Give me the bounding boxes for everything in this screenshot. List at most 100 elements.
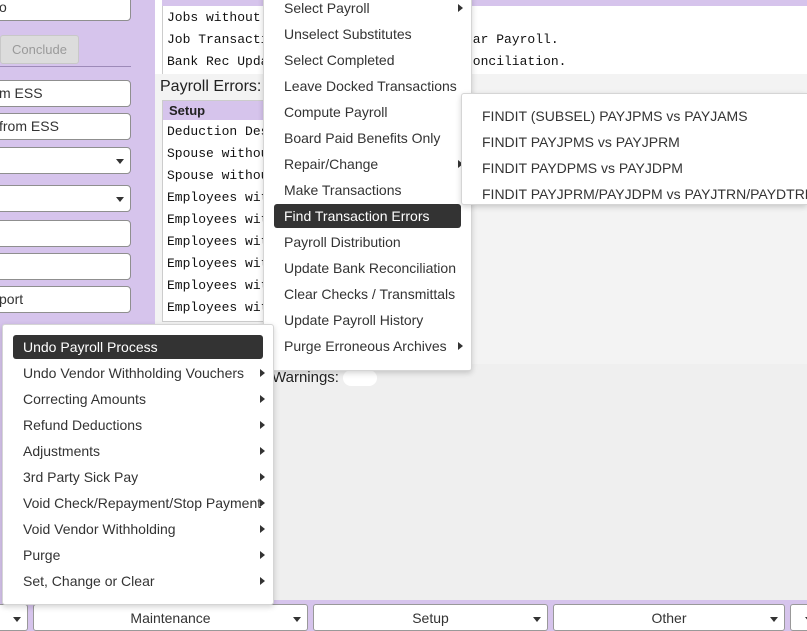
menu-item-label: Void Check/Repayment/Stop Payment (23, 495, 262, 511)
submenu-arrow-icon (260, 447, 265, 455)
warnings-label: Warnings: (272, 369, 339, 386)
submenu-arrow-icon (458, 4, 463, 12)
menu-item-make-transactions[interactable]: Make Transactions (274, 178, 461, 202)
error-row[interactable]: Spouse without (167, 146, 272, 161)
menu-item-label: Leave Docked Transactions (284, 78, 457, 94)
menu-item-correcting-amounts[interactable]: Correcting Amounts (13, 387, 265, 411)
menu-item-label: Undo Vendor Withholding Vouchers (23, 365, 245, 381)
menu-item-label: Set, Change or Clear (23, 573, 155, 589)
menu-item-label: Repair/Change (284, 156, 379, 172)
menu-item-findit-payjprm-payjtrn[interactable]: FINDIT PAYJPRM/PAYJDPM vs PAYJTRN/PAYDTR… (472, 182, 807, 206)
menu-item-repair-change[interactable]: Repair/Change (274, 152, 463, 176)
submenu-arrow-icon (260, 499, 265, 507)
top-list-header (162, 0, 807, 6)
menu-item-label: Undo Payroll Process (23, 339, 158, 355)
submenu-arrow-icon (260, 421, 265, 429)
menu-item-label: Adjustments (23, 443, 101, 459)
maintenance-menu: Undo Payroll Process Undo Vendor Withhol… (2, 324, 274, 605)
tab-payroll[interactable] (0, 604, 28, 631)
error-row[interactable]: Employees witho (167, 212, 272, 227)
error-row[interactable]: Employees witho (167, 190, 272, 205)
menu-item-label: 3rd Party Sick Pay (23, 469, 139, 485)
error-row[interactable]: Employees witho (167, 300, 272, 315)
submenu-arrow-icon (260, 369, 265, 377)
tab-other[interactable]: Other (553, 604, 785, 631)
menu-item-label: Update Payroll History (284, 312, 424, 328)
menu-item-findit-payjpms-payjprm[interactable]: FINDIT PAYJPMS vs PAYJPRM (472, 130, 807, 154)
error-row[interactable]: Employees witho (167, 256, 272, 271)
menu-item-label: Select Payroll (284, 0, 370, 16)
menu-item-select-completed[interactable]: Select Completed (274, 48, 461, 72)
error-row[interactable]: Deduction Descr (167, 124, 272, 139)
menu-item-findit-paydpms-payjdpm[interactable]: FINDIT PAYDPMS vs PAYJDPM (472, 156, 807, 180)
menu-item-board-paid-benefits[interactable]: Board Paid Benefits Only (274, 126, 461, 150)
menu-item-compute-payroll[interactable]: Compute Payroll (274, 100, 461, 124)
menu-item-label: Clear Checks / Transmittals (284, 286, 456, 302)
menu-item-void-check[interactable]: Void Check/Repayment/Stop Payment (13, 491, 265, 515)
submenu-arrow-icon (260, 395, 265, 403)
menu-item-label: Update Bank Reconciliation (284, 260, 456, 276)
tab-setup[interactable]: Setup (313, 604, 548, 631)
menu-item-undo-payroll-process[interactable]: Undo Payroll Process (13, 335, 263, 359)
top-list-row-right: ear Payroll. (465, 32, 559, 47)
menu-item-unselect-substitutes[interactable]: Unselect Substitutes (274, 22, 461, 46)
error-row[interactable]: Employees witho (167, 278, 272, 293)
menu-item-label: Purge (23, 547, 61, 563)
field-from-ess-2[interactable]: from ESS (0, 113, 131, 140)
menu-item-select-payroll[interactable]: Select Payroll (274, 0, 463, 20)
field-5[interactable] (0, 220, 131, 247)
tab-maintenance[interactable]: Maintenance (33, 604, 308, 631)
menu-item-label: Find Transaction Errors (284, 208, 430, 224)
field-6[interactable] (0, 253, 131, 280)
find-errors-submenu: FINDIT (SUBSEL) PAYJPMS vs PAYJAMS FINDI… (461, 93, 807, 205)
menu-item-label: Refund Deductions (23, 417, 143, 433)
menu-item-purge-erroneous-archives[interactable]: Purge Erroneous Archives (274, 334, 463, 358)
top-list-row[interactable]: Bank Rec Updat (167, 54, 276, 69)
submenu-arrow-icon (260, 577, 265, 585)
menu-item-label: Void Vendor Withholding (23, 521, 176, 537)
menu-item-label: Compute Payroll (284, 104, 388, 120)
menu-item-label: Purge Erroneous Archives (284, 338, 447, 354)
menu-item-clear-checks[interactable]: Clear Checks / Transmittals (274, 282, 461, 306)
warnings-badge (343, 370, 377, 386)
menu-item-purge[interactable]: Purge (13, 543, 265, 567)
error-row[interactable]: Spouse without (167, 168, 272, 183)
payroll-errors-list: Setup Deduction Descr Spouse without Spo… (162, 100, 272, 322)
payroll-errors-label: Payroll Errors: (160, 78, 262, 95)
submenu-arrow-icon (260, 525, 265, 533)
top-list: Jobs without Ch Job Transactions Bank Re… (162, 0, 807, 74)
submenu-arrow-icon (260, 473, 265, 481)
payroll-menu: Select Payroll Unselect Substitutes Sele… (263, 0, 472, 371)
menu-item-void-vendor-withholding[interactable]: Void Vendor Withholding (13, 517, 265, 541)
menu-item-findit-subsel[interactable]: FINDIT (SUBSEL) PAYJPMS vs PAYJAMS (472, 104, 807, 128)
top-list-row-right: conciliation. (465, 54, 567, 69)
menu-item-update-bank-reconciliation[interactable]: Update Bank Reconciliation (274, 256, 461, 280)
divider (0, 66, 131, 67)
menu-item-label: Unselect Substitutes (284, 26, 412, 42)
tab-extra[interactable] (790, 604, 807, 631)
field-from-ess-1[interactable]: m ESS (0, 80, 131, 107)
menu-item-label: Make Transactions (284, 182, 402, 198)
menu-item-adjustments[interactable]: Adjustments (13, 439, 265, 463)
select-1[interactable] (0, 147, 131, 174)
menu-item-label: Payroll Distribution (284, 234, 401, 250)
select-2[interactable] (0, 185, 131, 212)
field-report[interactable]: port (0, 286, 131, 313)
menu-item-label: Board Paid Benefits Only (284, 130, 441, 146)
menu-item-update-payroll-history[interactable]: Update Payroll History (274, 308, 461, 332)
submenu-arrow-icon (260, 551, 265, 559)
menu-item-refund-deductions[interactable]: Refund Deductions (13, 413, 265, 437)
menu-item-set-change-clear[interactable]: Set, Change or Clear (13, 569, 265, 593)
error-row[interactable]: Employees witho (167, 234, 272, 249)
submenu-arrow-icon (458, 342, 463, 350)
menu-item-label: Select Completed (284, 52, 395, 68)
menu-item-payroll-distribution[interactable]: Payroll Distribution (274, 230, 461, 254)
menu-item-undo-vendor-withholding[interactable]: Undo Vendor Withholding Vouchers (13, 361, 265, 385)
top-field[interactable]: o (0, 0, 131, 21)
errors-list-header: Setup (163, 101, 272, 120)
menu-item-label: Correcting Amounts (23, 391, 146, 407)
menu-item-leave-docked-transactions[interactable]: Leave Docked Transactions (274, 74, 461, 98)
menu-item-find-transaction-errors[interactable]: Find Transaction Errors (274, 204, 461, 228)
conclude-button[interactable]: Conclude (0, 35, 79, 64)
menu-item-3rd-party-sick-pay[interactable]: 3rd Party Sick Pay (13, 465, 265, 489)
